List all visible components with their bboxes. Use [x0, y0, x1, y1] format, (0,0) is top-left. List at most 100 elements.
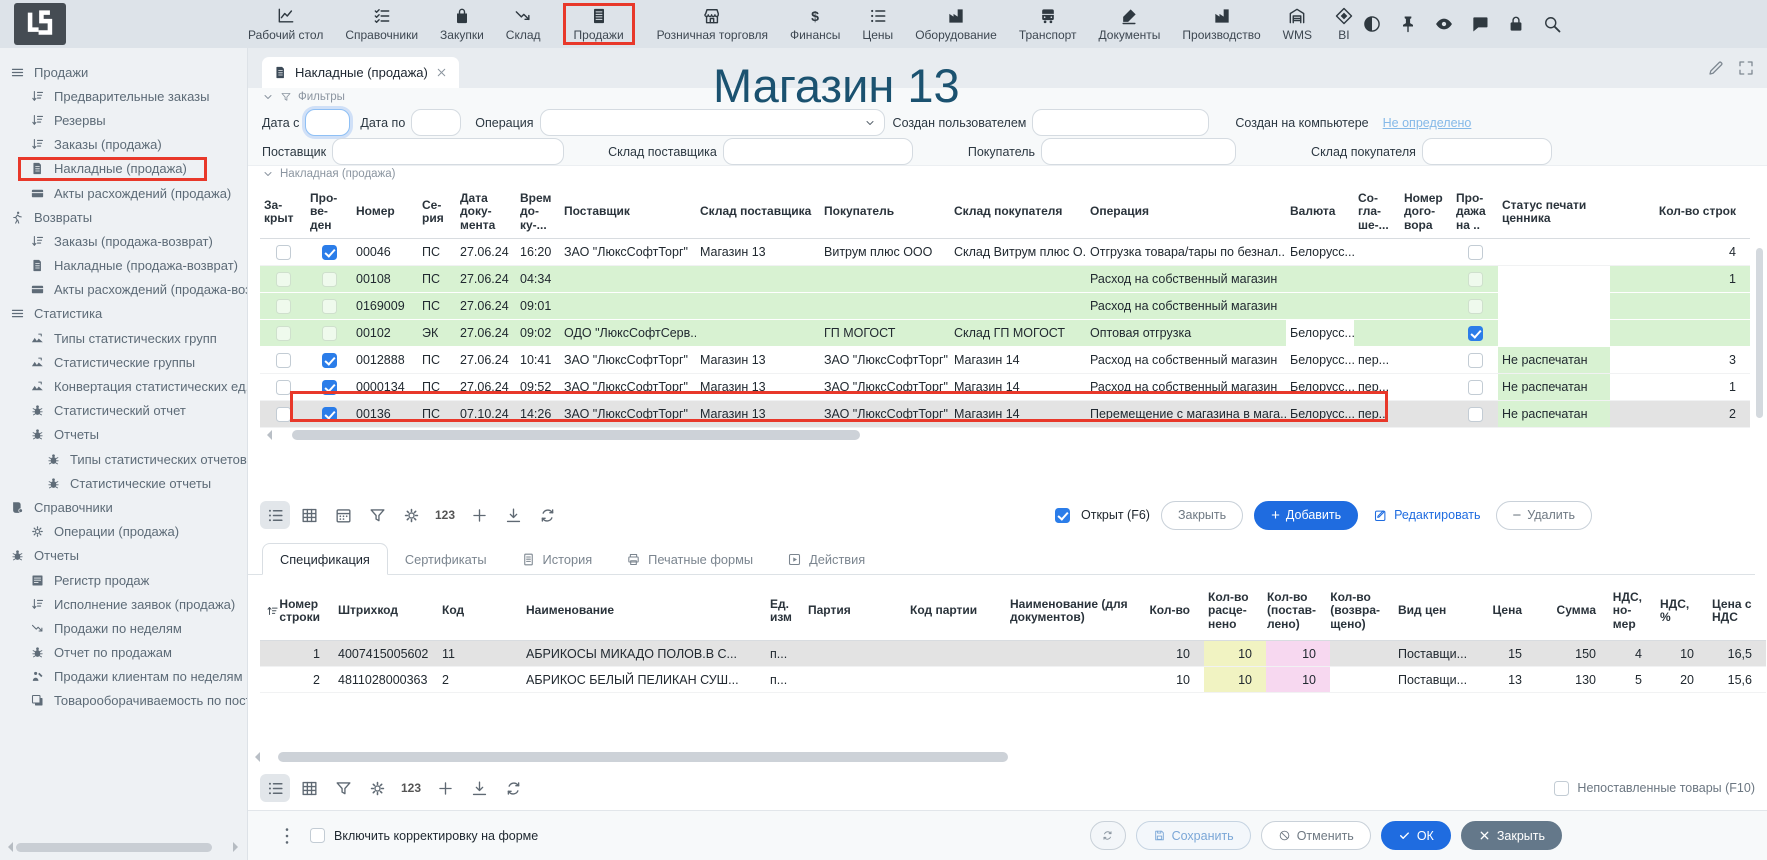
- checkbox-unchecked[interactable]: [276, 407, 291, 422]
- sidebar-item-invoices-sale[interactable]: Накладные (продажа): [0, 157, 247, 181]
- checkbox-unchecked[interactable]: [322, 272, 337, 287]
- table-row[interactable]: 1400741500560211АБРИКОСЫ МИКАДО ПОЛОВ.В …: [260, 641, 1766, 667]
- sidebar-item-sales[interactable]: Продажи: [0, 60, 247, 84]
- menu-item-documents[interactable]: Документы: [1099, 0, 1161, 48]
- delete-button[interactable]: −Удалить: [1496, 501, 1593, 530]
- column-header[interactable]: Кол-во (возвра-щено): [1330, 582, 1394, 640]
- toolbar-calendar-button[interactable]: [328, 501, 358, 529]
- toolbar-download-button[interactable]: [498, 501, 528, 529]
- sidebar-item-stat-groups[interactable]: Статистические группы: [0, 350, 247, 374]
- toolbar-funnel-button[interactable]: [328, 774, 358, 802]
- column-header[interactable]: Номер: [352, 186, 418, 238]
- column-header[interactable]: Статус печати ценника: [1498, 186, 1610, 238]
- table-row[interactable]: 00108ПС27.06.2404:34Расход на собственны…: [260, 266, 1750, 293]
- sidebar-item-stat-reports[interactable]: Статистические отчеты: [0, 471, 247, 495]
- sidebar-item-stat-group-types[interactable]: Типы статистических групп: [0, 326, 247, 350]
- checkbox-checked[interactable]: [1468, 326, 1483, 341]
- menu-item-desktop[interactable]: Рабочий стол: [248, 0, 323, 48]
- sidebar-item-statistics[interactable]: Статистика: [0, 302, 247, 326]
- checkbox-checked[interactable]: [322, 245, 337, 260]
- grid-section-header[interactable]: Накладная (продажа): [262, 168, 395, 180]
- column-header[interactable]: Склад поставщика: [696, 186, 820, 238]
- date-from-input[interactable]: [305, 109, 350, 136]
- menu-item-equipment[interactable]: Оборудование: [915, 0, 997, 48]
- checkbox-unchecked[interactable]: [1468, 299, 1483, 314]
- column-header[interactable]: Кол-во строк: [1610, 186, 1750, 238]
- checkbox-unchecked[interactable]: [1468, 272, 1483, 287]
- column-header[interactable]: Код партии: [906, 582, 1006, 640]
- column-header[interactable]: Штрихкод: [334, 582, 438, 640]
- checkbox-unchecked[interactable]: [276, 326, 291, 341]
- column-header[interactable]: Сумма: [1536, 582, 1610, 640]
- table-row[interactable]: 00102ЭК27.06.2409:02ОДО "ЛюксСофтСерв...…: [260, 320, 1750, 347]
- sidebar-scroll-left-arrow[interactable]: [3, 842, 13, 852]
- sidebar-hscrollbar[interactable]: [16, 843, 212, 852]
- checkbox-unchecked[interactable]: [322, 299, 337, 314]
- column-header[interactable]: Ед. изм: [766, 582, 804, 640]
- created-by-input[interactable]: [1032, 109, 1209, 136]
- column-header[interactable]: Склад покупателя: [950, 186, 1086, 238]
- pin-icon[interactable]: [1398, 14, 1418, 34]
- sidebar-item-orders-return[interactable]: Заказы (продажа-возврат): [0, 229, 247, 253]
- supplier-input[interactable]: [332, 138, 564, 165]
- toolbar-gridtable-button[interactable]: [294, 774, 324, 802]
- column-header[interactable]: Поставщик: [560, 186, 696, 238]
- created-on-link[interactable]: Не определено: [1383, 116, 1472, 130]
- close-form-button[interactable]: Закрыть: [1461, 821, 1562, 850]
- chat-icon[interactable]: [1470, 14, 1490, 34]
- menu-item-retail[interactable]: Розничная торговля: [657, 0, 768, 48]
- sidebar-item-references[interactable]: Справочники: [0, 495, 247, 519]
- tab-actions[interactable]: Действия: [770, 544, 882, 574]
- column-header[interactable]: Покупатель: [820, 186, 950, 238]
- spec-hscrollbar[interactable]: [278, 752, 1008, 762]
- column-header[interactable]: Кол-во (постав-лено): [1266, 582, 1330, 640]
- tab-print-forms[interactable]: Печатные формы: [609, 544, 770, 574]
- checkbox-unchecked[interactable]: [322, 326, 337, 341]
- checkbox-unchecked[interactable]: [1468, 245, 1483, 260]
- sidebar-item-returns[interactable]: Возвраты: [0, 205, 247, 229]
- column-header[interactable]: Номер строки: [286, 582, 334, 640]
- invoices-vscrollbar[interactable]: [1756, 248, 1763, 418]
- sidebar-item-invoices-return[interactable]: Накладные (продажа-возврат): [0, 254, 247, 278]
- sidebar-item-orders-sale[interactable]: Заказы (продажа): [0, 133, 247, 157]
- sidebar-item-reports[interactable]: Отчеты: [0, 544, 247, 568]
- menu-item-bi[interactable]: BI: [1334, 0, 1354, 48]
- toolbar-plus-button[interactable]: [464, 501, 494, 529]
- sidebar-item-client-sales-by-week[interactable]: Продажи клиентам по неделям: [0, 665, 247, 689]
- checkbox-unchecked[interactable]: [1468, 353, 1483, 368]
- table-row[interactable]: 0169009ПС27.06.2409:01Расход на собствен…: [260, 293, 1750, 320]
- refresh-button[interactable]: [1090, 821, 1126, 850]
- toolbar-refresh-button[interactable]: [532, 501, 562, 529]
- column-header[interactable]: Про-дажа на ..: [1452, 186, 1498, 238]
- table-row[interactable]: 00136ПС07.10.2414:26ЗАО "ЛюксСофтТорг"Ма…: [260, 401, 1750, 428]
- tab-specification[interactable]: Спецификация: [262, 543, 388, 575]
- column-header[interactable]: Код: [438, 582, 522, 640]
- sidebar-scroll-right-arrow[interactable]: [233, 842, 243, 852]
- table-row[interactable]: 00046ПС27.06.2416:20ЗАО "ЛюксСофтТорг"Ма…: [260, 239, 1750, 266]
- toolbar-gridtable-button[interactable]: [294, 501, 324, 529]
- column-header[interactable]: НДС, но-мер: [1610, 582, 1656, 640]
- column-header[interactable]: Наименование (для документов): [1006, 582, 1138, 640]
- operation-select[interactable]: [540, 109, 885, 136]
- column-header[interactable]: Валюта: [1286, 186, 1354, 238]
- open-f6-checkbox[interactable]: [1055, 508, 1070, 523]
- column-header[interactable]: Дата доку-мента: [456, 186, 516, 238]
- sidebar-item-stat-report[interactable]: Статистический отчет: [0, 399, 247, 423]
- column-header[interactable]: За-крыт: [260, 186, 306, 238]
- tab-invoices-sale[interactable]: Накладные (продажа): [262, 57, 459, 88]
- date-to-input[interactable]: [411, 109, 461, 136]
- row-count-toggle[interactable]: 123: [435, 508, 455, 522]
- menu-item-finance[interactable]: $Финансы: [790, 0, 840, 48]
- column-header[interactable]: Цена: [1470, 582, 1536, 640]
- cancel-button[interactable]: Отменить: [1261, 821, 1371, 850]
- buyer-warehouse-input[interactable]: [1422, 138, 1552, 165]
- toolbar-listmenu-button[interactable]: [260, 774, 290, 802]
- sidebar-item-request-fulfillment[interactable]: Исполнение заявок (продажа): [0, 592, 247, 616]
- menu-item-purchases[interactable]: Закупки: [440, 0, 484, 48]
- column-header[interactable]: Се-рия: [418, 186, 456, 238]
- save-button[interactable]: Сохранить: [1136, 821, 1251, 850]
- column-header[interactable]: Вид цен: [1394, 582, 1470, 640]
- enable-adjustment-checkbox[interactable]: [310, 828, 325, 843]
- row-count-toggle[interactable]: 123: [401, 781, 421, 795]
- column-header[interactable]: Наименование: [522, 582, 766, 640]
